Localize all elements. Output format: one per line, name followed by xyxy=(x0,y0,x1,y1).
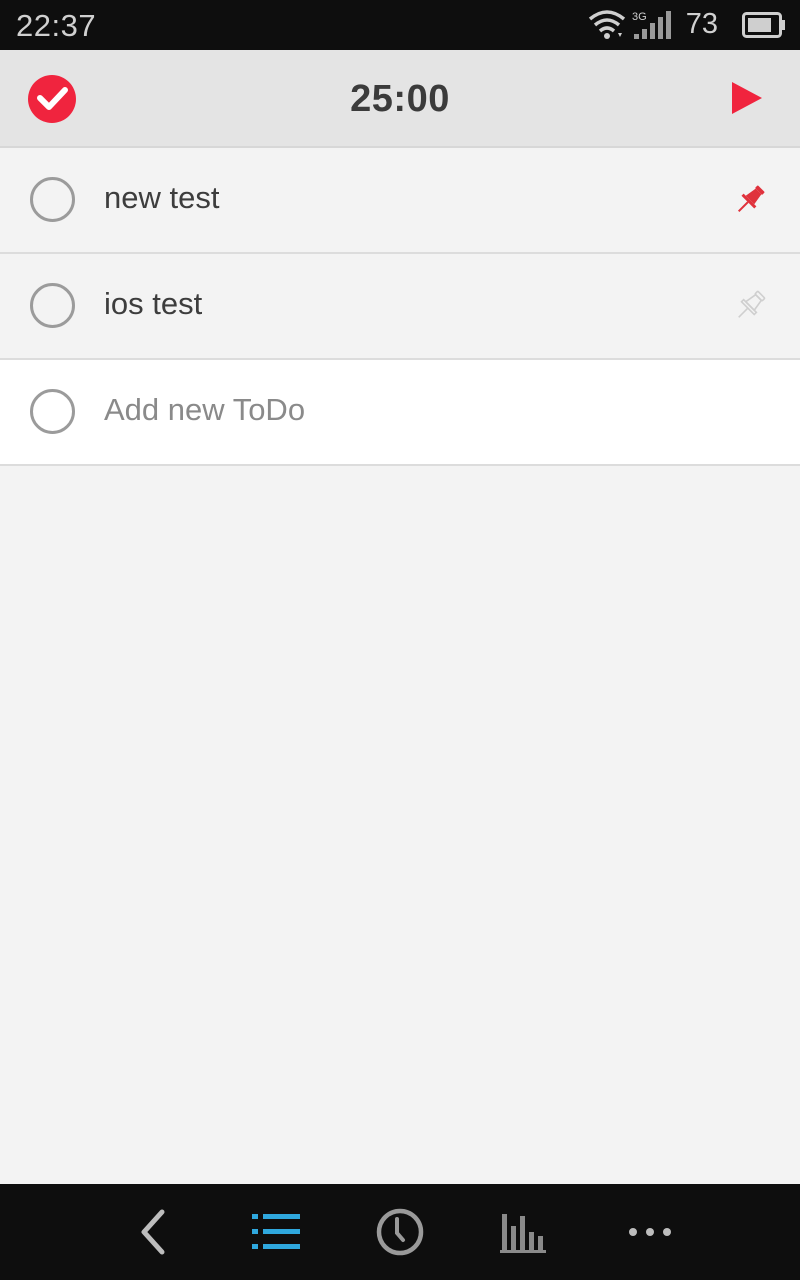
app-screen: 22:37 3G 73 25:00 new test ios test Add … xyxy=(0,0,800,1280)
todo-label: new test xyxy=(104,180,220,215)
timer-tab-button[interactable] xyxy=(372,1206,428,1258)
todo-list: new test ios test Add new ToDo xyxy=(0,148,800,466)
status-icons: 3G 73 xyxy=(546,0,786,50)
todo-checkbox[interactable] xyxy=(30,283,75,328)
pin-icon-inactive[interactable] xyxy=(732,288,768,324)
network-type-label: 3G xyxy=(632,11,647,23)
header-bar: 25:00 xyxy=(0,50,800,148)
wifi-icon xyxy=(588,10,626,39)
battery-icon xyxy=(742,12,785,38)
todo-checkbox[interactable] xyxy=(30,177,75,222)
more-icon xyxy=(629,1228,671,1236)
play-button[interactable] xyxy=(730,80,764,116)
add-todo-circle xyxy=(30,389,75,434)
status-time: 22:37 xyxy=(16,8,97,43)
back-icon xyxy=(141,1209,165,1255)
stats-tab-button[interactable] xyxy=(496,1206,552,1258)
pin-icon-active[interactable] xyxy=(732,182,768,218)
bottom-nav xyxy=(0,1184,800,1280)
stats-icon xyxy=(500,1214,546,1253)
add-todo-row[interactable]: Add new ToDo xyxy=(0,360,800,466)
todo-item[interactable]: ios test xyxy=(0,254,800,360)
list-tab-button[interactable] xyxy=(248,1206,304,1258)
todo-label: ios test xyxy=(104,286,203,321)
more-button[interactable] xyxy=(622,1206,678,1258)
clock-icon xyxy=(376,1208,424,1256)
timer-display: 25:00 xyxy=(350,78,450,120)
battery-level: 73 xyxy=(685,8,718,40)
signal-icon: 3G xyxy=(632,11,671,39)
todo-item[interactable]: new test xyxy=(0,148,800,254)
list-icon xyxy=(252,1214,300,1249)
add-todo-input[interactable]: Add new ToDo xyxy=(104,392,305,428)
status-bar: 22:37 3G 73 xyxy=(0,0,800,50)
back-button[interactable] xyxy=(125,1206,181,1258)
